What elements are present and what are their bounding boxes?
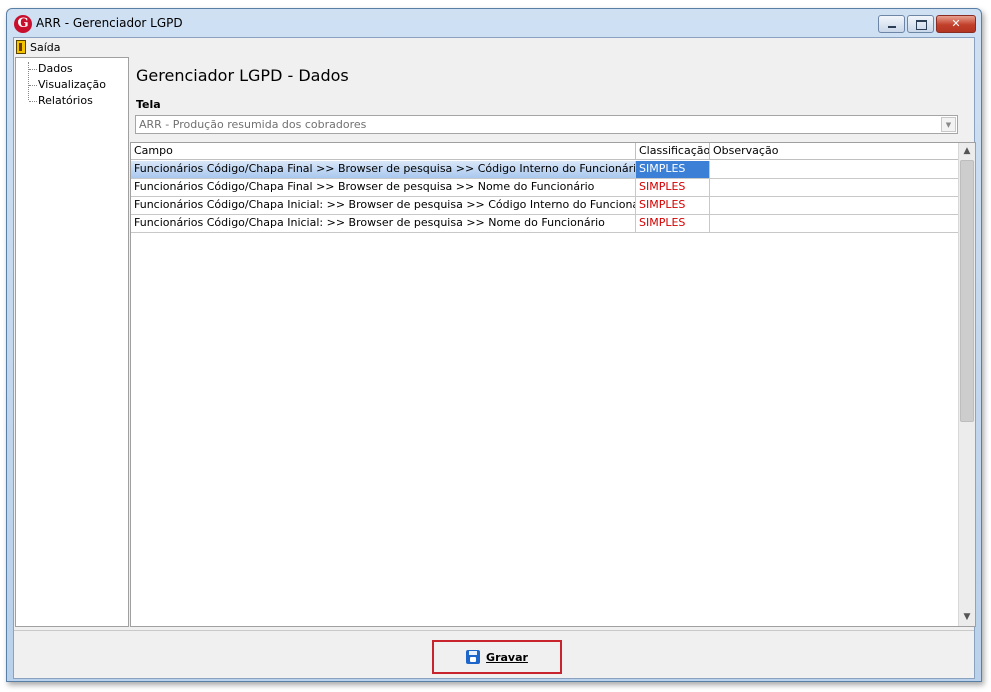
- tela-label: Tela: [136, 98, 161, 111]
- app-window: G ARR - Gerenciador LGPD Saída Dados Vis…: [6, 8, 982, 682]
- footer-bar: Gravar: [14, 630, 974, 678]
- column-header-classificacao[interactable]: Classificação: [636, 143, 710, 160]
- sidebar-tree: Dados Visualização Relatórios: [15, 57, 129, 627]
- grid-header: Campo Classificação Observação: [131, 143, 959, 160]
- scroll-up-icon[interactable]: ▲: [959, 143, 975, 160]
- save-button-label: Gravar: [486, 650, 528, 664]
- table-row[interactable]: Funcionários Código/Chapa Final >> Brows…: [131, 179, 959, 197]
- tree-connector: [29, 101, 37, 102]
- cell-classificacao[interactable]: SIMPLES: [636, 215, 710, 232]
- chevron-down-icon[interactable]: ▼: [941, 117, 956, 132]
- scroll-thumb[interactable]: [960, 160, 974, 422]
- cell-campo[interactable]: Funcionários Código/Chapa Inicial: >> Br…: [131, 197, 636, 214]
- app-logo-icon: G: [14, 15, 32, 33]
- table-row[interactable]: Funcionários Código/Chapa Inicial: >> Br…: [131, 197, 959, 215]
- vertical-scrollbar[interactable]: ▲ ▼: [958, 143, 975, 626]
- cell-observacao[interactable]: [710, 197, 959, 214]
- sidebar-item-visualizacao[interactable]: Visualização: [38, 78, 106, 92]
- cell-classificacao[interactable]: SIMPLES: [636, 197, 710, 214]
- table-row[interactable]: Funcionários Código/Chapa Inicial: >> Br…: [131, 215, 959, 233]
- cell-observacao[interactable]: [710, 215, 959, 232]
- menu-bar: Saída: [14, 38, 974, 56]
- page-title: Gerenciador LGPD - Dados: [136, 66, 349, 85]
- minimize-button[interactable]: [878, 15, 905, 33]
- tree-connector: [28, 62, 29, 100]
- exit-door-icon: [16, 40, 26, 54]
- cell-classificacao[interactable]: SIMPLES: [636, 179, 710, 196]
- column-header-campo[interactable]: Campo: [131, 143, 636, 160]
- data-grid: Campo Classificação Observação Funcionár…: [130, 142, 976, 627]
- cell-observacao[interactable]: [710, 179, 959, 196]
- tree-connector: [29, 69, 37, 70]
- grid-body: Funcionários Código/Chapa Final >> Brows…: [131, 161, 959, 233]
- window-title: ARR - Gerenciador LGPD: [36, 16, 183, 30]
- cell-campo[interactable]: Funcionários Código/Chapa Final >> Brows…: [131, 179, 636, 196]
- tela-select-value: ARR - Produção resumida dos cobradores: [139, 118, 367, 131]
- floppy-disk-icon: [466, 650, 481, 664]
- title-bar[interactable]: G ARR - Gerenciador LGPD: [7, 9, 981, 37]
- sidebar-item-relatorios[interactable]: Relatórios: [38, 94, 93, 108]
- cell-classificacao[interactable]: SIMPLES: [636, 161, 710, 178]
- scroll-down-icon[interactable]: ▼: [959, 609, 975, 626]
- cell-observacao[interactable]: [710, 161, 959, 178]
- sidebar-item-dados[interactable]: Dados: [38, 62, 73, 76]
- save-button[interactable]: Gravar: [432, 640, 562, 674]
- tela-select[interactable]: ARR - Produção resumida dos cobradores ▼: [135, 115, 958, 134]
- cell-campo[interactable]: Funcionários Código/Chapa Final >> Brows…: [131, 161, 636, 178]
- column-header-observacao[interactable]: Observação: [710, 143, 959, 160]
- client-area: Saída Dados Visualização Relatórios Gere…: [13, 37, 976, 679]
- cell-campo[interactable]: Funcionários Código/Chapa Inicial: >> Br…: [131, 215, 636, 232]
- table-row[interactable]: Funcionários Código/Chapa Final >> Brows…: [131, 161, 959, 179]
- menu-exit[interactable]: Saída: [16, 39, 61, 55]
- menu-exit-label: Saída: [30, 40, 61, 54]
- tree-connector: [29, 85, 37, 86]
- maximize-button[interactable]: [907, 15, 934, 33]
- close-button[interactable]: [936, 15, 976, 33]
